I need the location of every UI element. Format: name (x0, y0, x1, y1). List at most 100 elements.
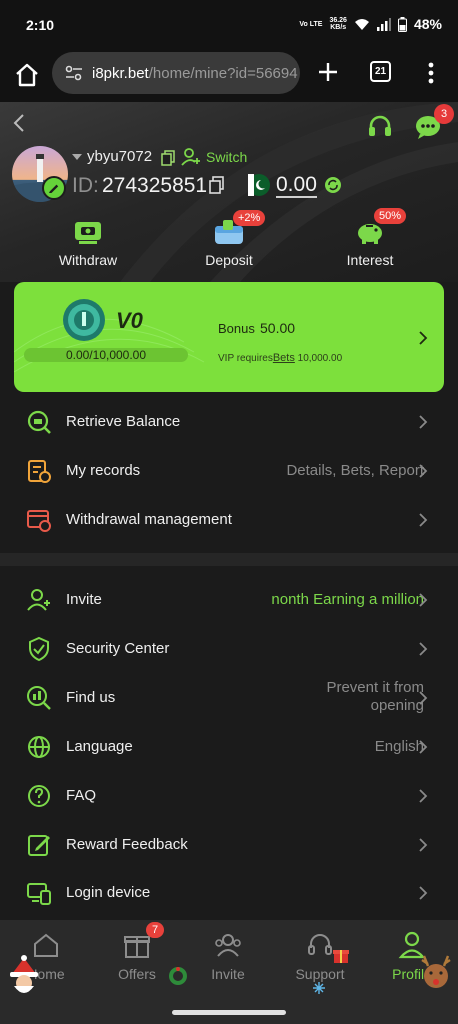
back-icon[interactable] (10, 112, 28, 134)
battery-percent: 48% (413, 16, 442, 32)
vip-chevron-icon (419, 331, 428, 345)
address-bar[interactable]: i8pkr.bet/home/mine?id=56694 (52, 52, 300, 94)
chevron-right-icon (419, 513, 428, 527)
menu-label: Withdrawal management (66, 511, 232, 528)
switch-account-icon[interactable] (181, 148, 201, 166)
chevron-right-icon (419, 691, 428, 705)
wreath-decoration-icon (169, 967, 187, 985)
reindeer-decoration-icon (421, 955, 451, 988)
shield-icon (29, 636, 49, 662)
retrieve-balance-icon (27, 410, 51, 434)
chevron-right-icon (419, 740, 428, 754)
interest-rate-badge: 50% (374, 208, 407, 224)
account-dropdown-caret-icon[interactable] (72, 154, 82, 160)
user-id-value: 274325851 (102, 174, 208, 197)
vip-requirement: VIP requiresBets 10,000.00 (218, 352, 342, 364)
withdraw-icon (75, 222, 101, 244)
chevron-right-icon (419, 415, 428, 429)
menu-value-line: Prevent it from (326, 679, 424, 696)
new-tab-icon[interactable] (316, 60, 340, 84)
messages-badge: 3 (434, 104, 454, 124)
network-speed: 36.26 KB/s (329, 17, 347, 31)
edit-avatar-icon[interactable] (42, 176, 66, 200)
menu-reward-feedback[interactable]: Reward Feedback (0, 820, 458, 869)
vip-card[interactable]: V0 0.00/10,000.00 Bonus 50.00 VIP requir… (14, 282, 444, 392)
question-icon (28, 785, 50, 807)
refresh-balance-icon[interactable] (324, 176, 342, 194)
menu-label: Security Center (66, 640, 170, 657)
status-indicators: Vo LTE 36.26 KB/s 48% (299, 16, 442, 32)
invite-marquee-text: nonth Earning a million (271, 591, 424, 608)
network-indicator: Vo LTE (299, 20, 323, 28)
bottom-navigation: Home Offers 7 Invite Support Profile (0, 920, 458, 1024)
invite-people-icon (215, 934, 241, 957)
wallet-balance: 0.00 (276, 173, 317, 198)
vip-bonus-label: Bonus (218, 321, 255, 336)
withdraw-label: Withdraw (58, 252, 118, 268)
menu-label: Login device (66, 884, 151, 901)
vip-requirement-bets-link[interactable]: Bets (273, 352, 295, 364)
copy-username-icon[interactable] (161, 150, 175, 166)
vip-bonus-value: 50.00 (260, 320, 296, 336)
feedback-icon (28, 835, 50, 856)
site-settings-icon[interactable] (64, 63, 84, 83)
devices-icon (27, 883, 51, 905)
find-us-icon (27, 686, 51, 710)
url-host: i8pkr.bet (92, 64, 149, 82)
chevron-right-icon (419, 464, 428, 478)
menu-login-device[interactable]: Login device (0, 868, 458, 917)
vip-requirement-value: 10,000.00 (297, 353, 343, 364)
status-bar: 2:10 Vo LTE 36.26 KB/s 48% (0, 0, 458, 52)
menu-language[interactable]: Language English (0, 722, 458, 771)
menu-security-center[interactable]: Security Center (0, 624, 458, 673)
menu-my-records[interactable]: My records Details, Bets, Report (0, 446, 458, 495)
browser-menu-icon[interactable] (428, 62, 434, 84)
menu-find-us[interactable]: Find us Prevent it from opening (0, 673, 458, 722)
vip-progress-text: 0.00/10,000.00 (65, 348, 147, 362)
gesture-handle (172, 1010, 286, 1015)
globe-icon (28, 736, 50, 758)
nav-offers[interactable]: Offers (101, 930, 173, 982)
vip-requirement-prefix: VIP requires (218, 353, 273, 364)
chevron-right-icon (419, 789, 428, 803)
deposit-bonus-badge: +2% (233, 210, 266, 226)
tab-switcher-button[interactable]: 21 (370, 61, 391, 82)
nav-label: Invite (211, 966, 245, 982)
section-divider (0, 553, 458, 566)
menu-invite[interactable]: Invite nonth Earning a million (0, 575, 458, 624)
username: ybyu7072 (87, 148, 153, 165)
menu-label: FAQ (66, 787, 97, 804)
snowflake-icon (313, 982, 325, 994)
menu-retrieve-balance[interactable]: Retrieve Balance (0, 397, 458, 446)
interest-button[interactable]: Interest (315, 218, 425, 268)
signal-icon (376, 17, 391, 31)
offers-badge: 7 (146, 922, 165, 938)
nav-invite[interactable]: Invite (192, 930, 264, 982)
menu-faq[interactable]: FAQ (0, 771, 458, 820)
deposit-button[interactable]: Deposit (174, 218, 284, 268)
chevron-right-icon (419, 642, 428, 656)
deposit-label: Deposit (205, 252, 253, 268)
wifi-icon (354, 18, 369, 30)
interest-label: Interest (346, 252, 394, 268)
customer-service-icon[interactable] (366, 114, 394, 140)
pakistan-flag-icon (248, 174, 270, 196)
menu-label: My records (66, 462, 141, 479)
chevron-right-icon (419, 886, 428, 900)
headset-icon (308, 934, 332, 955)
gift-decoration-icon (333, 950, 349, 963)
menu-withdrawal-management[interactable]: Withdrawal management (0, 495, 458, 544)
chevron-right-icon (419, 593, 428, 607)
copy-id-icon[interactable] (209, 176, 224, 194)
vip-level: V0 (116, 308, 143, 333)
records-icon (28, 460, 51, 483)
menu-label: Language (66, 738, 133, 755)
nav-label: Support (295, 966, 345, 982)
network-speed-value: 36.26 (329, 17, 347, 24)
switch-account-button[interactable]: Switch (206, 149, 247, 165)
vip-medal-icon (63, 299, 105, 341)
menu-label: Find us (66, 689, 116, 706)
withdraw-button[interactable]: Withdraw (33, 218, 143, 268)
network-speed-unit: KB/s (330, 24, 347, 31)
browser-home-icon[interactable] (14, 62, 40, 88)
